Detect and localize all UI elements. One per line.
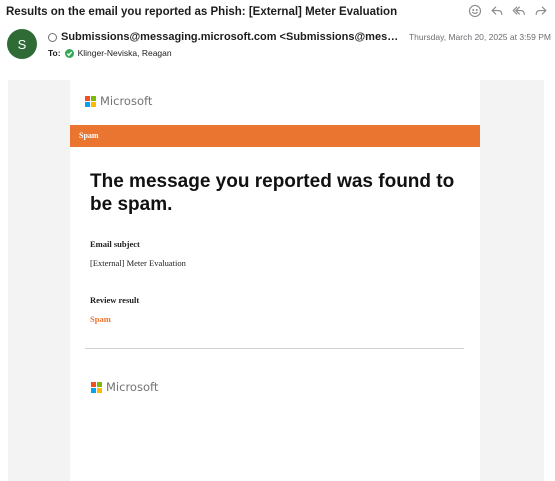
reply-icon[interactable] xyxy=(489,3,505,19)
to-label: To: xyxy=(48,48,61,58)
review-result-value: Spam xyxy=(90,314,111,324)
smiley-icon[interactable] xyxy=(467,3,483,19)
received-date: Thursday, March 20, 2025 at 3:59 PM xyxy=(408,32,551,42)
recipient-line: To: Klinger-Neviska, Reagan xyxy=(48,48,172,58)
email-subject-bar: Results on the email you reported as Phi… xyxy=(0,0,555,26)
recipient-name[interactable]: Klinger-Neviska, Reagan xyxy=(78,48,172,58)
email-subject-value: [External] Meter Evaluation xyxy=(90,258,186,268)
sender-address[interactable]: Submissions@messaging.microsoft.com <Sub… xyxy=(61,31,403,43)
sender-line[interactable]: Submissions@messaging.microsoft.com <Sub… xyxy=(48,31,403,43)
footer-microsoft-logo: Microsoft xyxy=(91,380,158,394)
footer-microsoft-logo-icon xyxy=(91,381,102,393)
email-header: S Submissions@messaging.microsoft.com <S… xyxy=(0,26,555,70)
status-circle-icon xyxy=(48,32,57,42)
divider xyxy=(85,348,464,349)
microsoft-logo-text: Microsoft xyxy=(100,94,153,108)
review-result-label: Review result xyxy=(90,295,140,305)
message-actions xyxy=(467,3,549,19)
spam-banner: Spam xyxy=(70,125,480,147)
forward-icon[interactable] xyxy=(533,3,549,19)
microsoft-logo-icon xyxy=(85,95,96,107)
email-subject-label: Email subject xyxy=(90,239,140,249)
avatar: S xyxy=(7,29,37,59)
microsoft-logo: Microsoft xyxy=(85,94,152,108)
result-headline: The message you reported was found to be… xyxy=(90,171,455,215)
verified-check-icon xyxy=(64,48,74,58)
banner-label: Spam xyxy=(79,131,99,140)
reply-all-icon[interactable] xyxy=(511,3,527,19)
message-card: Microsoft Spam The message you reported … xyxy=(70,80,480,481)
email-subject: Results on the email you reported as Phi… xyxy=(6,6,398,18)
footer-microsoft-logo-text: Microsoft xyxy=(106,380,159,394)
email-body-frame: Microsoft Spam The message you reported … xyxy=(8,80,544,481)
